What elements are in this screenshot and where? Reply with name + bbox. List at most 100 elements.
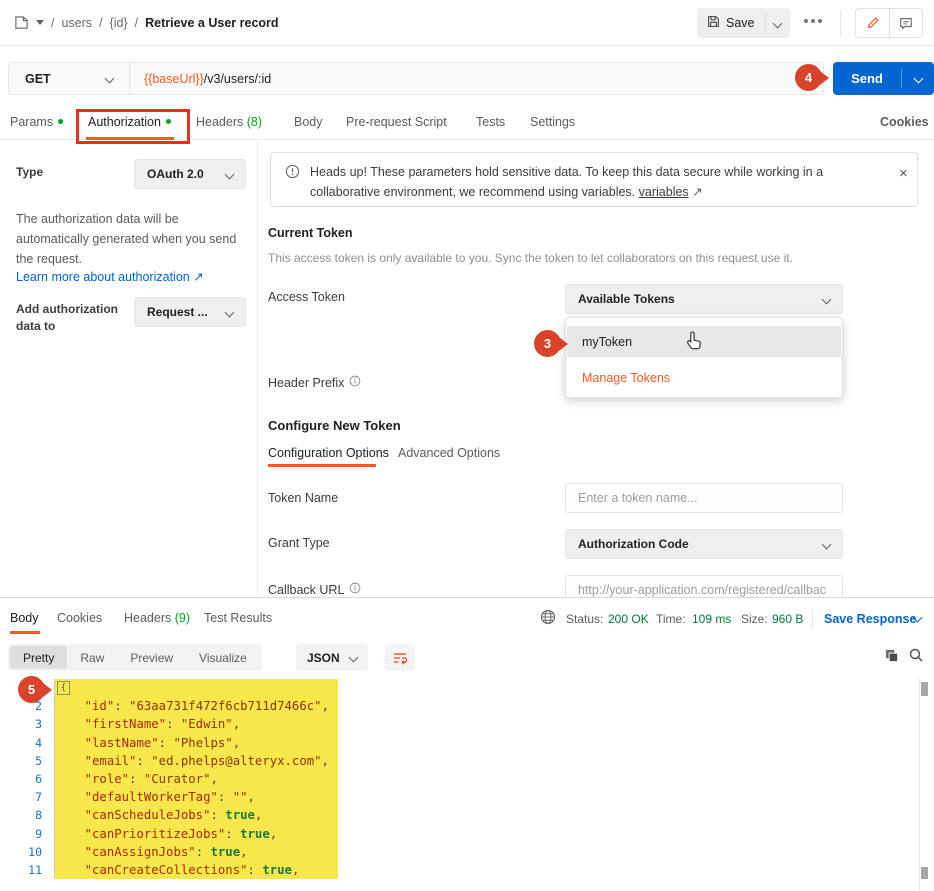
breadcrumb-id[interactable]: {id} xyxy=(110,16,128,30)
url-variable: {{baseUrl}} xyxy=(144,72,204,86)
access-token-value: Available Tokens xyxy=(578,292,675,306)
doc-tools-group xyxy=(855,8,923,38)
access-token-label: Access Token xyxy=(268,290,345,304)
code-content[interactable]: "id": "63aa731f472f6cb711d7466c", xyxy=(54,697,338,715)
fold-marker-icon[interactable]: { xyxy=(57,681,70,695)
copy-icon[interactable] xyxy=(884,648,899,666)
request-title[interactable]: Retrieve a User record xyxy=(145,16,278,30)
current-token-desc: This access token is only available to y… xyxy=(268,251,793,265)
code-line: 1{ xyxy=(0,679,918,697)
caret-down-icon[interactable] xyxy=(36,20,44,25)
add-auth-data-label: Add authorization data to xyxy=(16,301,128,335)
time-value[interactable]: 109 ms xyxy=(692,612,731,626)
code-content[interactable]: "firstName": "Edwin", xyxy=(54,715,338,733)
tab-prerequest-script[interactable]: Pre-request Script xyxy=(346,115,447,129)
search-icon[interactable] xyxy=(908,647,924,666)
code-line: 3 "firstName": "Edwin", xyxy=(0,715,918,733)
info-icon[interactable] xyxy=(349,375,361,390)
wrap-text-icon[interactable] xyxy=(385,644,415,671)
code-content[interactable]: { xyxy=(54,679,338,697)
token-dropdown-panel: myToken Manage Tokens xyxy=(565,317,843,398)
comment-icon[interactable] xyxy=(889,9,922,37)
code-line: 7 "defaultWorkerTag": "", xyxy=(0,788,918,806)
tab-advanced-options[interactable]: Advanced Options xyxy=(398,446,500,460)
save-options-caret[interactable] xyxy=(766,20,790,27)
status-value[interactable]: 200 OK xyxy=(608,612,649,626)
external-link-icon: ↗ xyxy=(193,270,203,284)
response-tab-body[interactable]: Body xyxy=(10,611,39,625)
postman-request-window: / users / {id} / Retrieve a User record … xyxy=(0,0,934,891)
url-bar: GET {{baseUrl}}/v3/users/:id xyxy=(8,62,824,95)
line-number: 5 xyxy=(0,754,54,768)
code-scrollbar-thumb-bottom[interactable] xyxy=(921,867,928,879)
send-options-caret[interactable] xyxy=(902,75,934,82)
tab-configuration-options[interactable]: Configuration Options xyxy=(268,446,389,460)
edit-pencil-icon[interactable] xyxy=(856,9,889,37)
grant-type-value: Authorization Code xyxy=(578,537,689,551)
chevron-down-icon xyxy=(822,539,832,549)
view-tab-preview[interactable]: Preview xyxy=(117,646,186,669)
tab-settings[interactable]: Settings xyxy=(530,115,575,129)
close-icon[interactable]: × xyxy=(899,165,908,182)
sensitive-data-banner: Heads up! These parameters hold sensitiv… xyxy=(270,152,918,207)
method-select[interactable]: GET xyxy=(9,72,129,86)
annotation-step-4-number: 4 xyxy=(805,70,812,85)
alert-icon xyxy=(285,164,300,182)
variables-link[interactable]: variables xyxy=(639,185,689,199)
size-value[interactable]: 960 B xyxy=(772,612,803,626)
url-input[interactable]: {{baseUrl}}/v3/users/:id xyxy=(130,72,271,86)
tab-headers[interactable]: Headers (8) xyxy=(196,115,262,129)
view-tab-visualize[interactable]: Visualize xyxy=(186,646,260,669)
view-tab-pretty[interactable]: Pretty xyxy=(10,646,67,669)
response-tab-test-results[interactable]: Test Results xyxy=(204,611,272,625)
manage-tokens-link[interactable]: Manage Tokens xyxy=(567,362,841,393)
tab-tests[interactable]: Tests xyxy=(476,115,505,129)
code-scrollbar-thumb[interactable] xyxy=(921,682,928,696)
format-select[interactable]: JSON xyxy=(296,644,368,671)
tab-authorization[interactable]: Authorization xyxy=(88,115,171,129)
headers-count: (8) xyxy=(247,115,262,129)
hand-cursor-icon xyxy=(684,330,705,356)
header-bar: / users / {id} / Retrieve a User record … xyxy=(0,0,934,46)
add-auth-data-value: Request ... xyxy=(147,305,208,319)
code-content[interactable]: "role": "Curator", xyxy=(54,770,338,788)
view-tab-raw[interactable]: Raw xyxy=(67,646,117,669)
tab-params[interactable]: Params xyxy=(10,115,63,129)
grant-type-select[interactable]: Authorization Code xyxy=(565,529,843,559)
response-view-tabs: Pretty Raw Preview Visualize xyxy=(8,644,262,671)
code-content[interactable]: "defaultWorkerTag": "", xyxy=(54,788,338,806)
code-content[interactable]: "canPrioritizeJobs": true, xyxy=(54,825,338,843)
annotation-step-4: 4 xyxy=(795,64,822,91)
file-icon[interactable] xyxy=(14,15,29,30)
tab-body[interactable]: Body xyxy=(294,115,323,129)
code-line: 11 "canCreateCollections": true, xyxy=(0,861,918,879)
code-content[interactable]: "lastName": "Phelps", xyxy=(54,734,338,752)
cookies-link[interactable]: Cookies xyxy=(880,115,929,129)
grant-type-label: Grant Type xyxy=(268,536,330,550)
auth-type-select[interactable]: OAuth 2.0 xyxy=(134,159,246,189)
more-options-icon[interactable] xyxy=(804,19,822,23)
code-line: 10 "canAssignJobs": true, xyxy=(0,843,918,861)
code-content[interactable]: "canAssignJobs": true, xyxy=(54,843,338,861)
save-button-main[interactable]: Save xyxy=(697,8,765,38)
token-name-input[interactable] xyxy=(565,483,843,513)
save-response-button[interactable]: Save Response xyxy=(824,612,916,626)
access-token-select[interactable]: Available Tokens xyxy=(565,284,843,314)
banner-text: Heads up! These parameters hold sensitiv… xyxy=(310,162,890,202)
authorization-tab-underline xyxy=(86,137,174,140)
info-icon[interactable] xyxy=(349,582,361,597)
learn-more-link[interactable]: Learn more about authorization ↗ xyxy=(16,269,204,284)
add-auth-data-select[interactable]: Request ... xyxy=(134,297,246,327)
response-tab-headers[interactable]: Headers (9) xyxy=(124,611,190,625)
breadcrumb-users[interactable]: users xyxy=(61,16,92,30)
code-content[interactable]: "canCreateCollections": true, xyxy=(54,861,338,879)
response-tab-cookies[interactable]: Cookies xyxy=(57,611,102,625)
code-lines[interactable]: 1{2 "id": "63aa731f472f6cb711d7466c",3 "… xyxy=(0,679,918,879)
code-content[interactable]: "email": "ed.phelps@alteryx.com", xyxy=(54,752,338,770)
configure-new-token-title: Configure New Token xyxy=(268,418,401,433)
send-button[interactable]: Send xyxy=(833,62,934,95)
globe-icon[interactable] xyxy=(540,609,556,628)
code-content[interactable]: "canScheduleJobs": true, xyxy=(54,806,338,824)
save-button[interactable]: Save xyxy=(697,8,790,38)
params-modified-dot xyxy=(58,119,63,124)
